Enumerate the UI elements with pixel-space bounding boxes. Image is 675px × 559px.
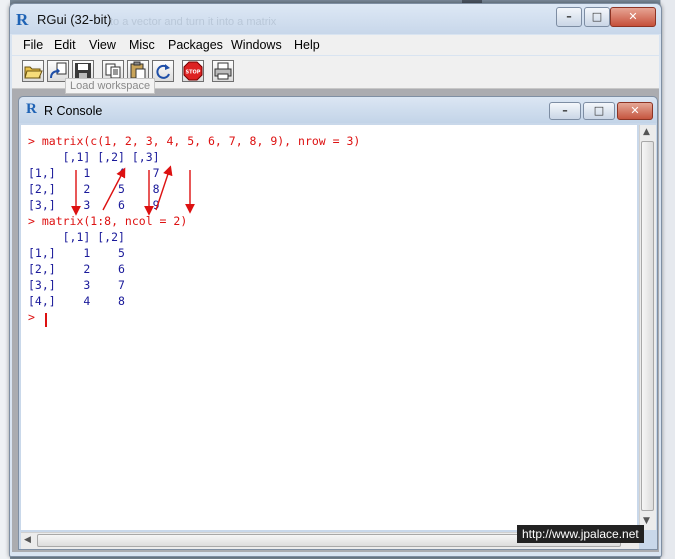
console-line: [,1] [,2] [,3]: [28, 150, 160, 164]
desktop-right-edge: [660, 0, 675, 559]
console-line: [1,] 1 4 7: [28, 166, 160, 180]
r-console-window: R R Console – □ ✕ > matrix(c(1, 2, 3, 4,…: [18, 96, 658, 550]
close-button[interactable]: ✕: [610, 7, 656, 27]
scroll-left-icon[interactable]: ◀: [24, 535, 31, 545]
menu-packages[interactable]: Packages: [168, 38, 223, 52]
maximize-button[interactable]: □: [584, 7, 610, 27]
console-line: [,1] [,2]: [28, 230, 125, 244]
menu-file[interactable]: File: [23, 38, 43, 52]
open-script-button[interactable]: [22, 60, 44, 82]
console-line: [3,] 3 6 9: [28, 198, 160, 212]
print-icon: [214, 62, 232, 80]
tooltip: Load workspace: [65, 78, 156, 94]
console-line: [2,] 2 6: [28, 262, 125, 276]
window-title: RGui (32-bit): [37, 12, 112, 27]
vertical-scrollbar[interactable]: ▲ ▼: [639, 125, 656, 530]
menu-view[interactable]: View: [89, 38, 116, 52]
console-line: > matrix(c(1, 2, 3, 4, 5, 6, 7, 8, 9), n…: [28, 134, 361, 148]
menu-help[interactable]: Help: [294, 38, 320, 52]
console-titlebar[interactable]: R R Console – □ ✕: [19, 97, 657, 123]
print-button[interactable]: [212, 60, 234, 82]
watermark: http://www.jpalace.net: [517, 525, 644, 543]
console-close-button[interactable]: ✕: [617, 102, 653, 120]
refresh-icon: [156, 64, 170, 79]
minimize-button[interactable]: –: [556, 7, 582, 27]
open-script-icon: [24, 66, 43, 79]
console-prompt: >: [28, 310, 42, 324]
console-line: > matrix(1:8, ncol = 2): [28, 214, 188, 228]
console-maximize-button[interactable]: □: [583, 102, 615, 120]
vertical-scroll-thumb[interactable]: [641, 141, 654, 511]
stop-button[interactable]: STOP: [182, 60, 204, 82]
console-minimize-button[interactable]: –: [549, 102, 581, 120]
console-title: R Console: [44, 104, 103, 118]
console-line: [1,] 1 5: [28, 246, 125, 260]
text-cursor: [45, 313, 47, 327]
console-line: [4,] 4 8: [28, 294, 125, 308]
console-line: [2,] 2 5 8: [28, 182, 160, 196]
stop-icon: STOP: [183, 61, 203, 81]
scroll-up-icon[interactable]: ▲: [643, 127, 650, 137]
menu-misc[interactable]: Misc: [129, 38, 155, 52]
menu-bar: File Edit View Misc Packages Windows Hel…: [12, 35, 659, 55]
stop-label: STOP: [186, 70, 201, 76]
r-logo-icon: R: [16, 10, 29, 29]
refresh-button[interactable]: [152, 60, 174, 82]
menu-windows[interactable]: Windows: [231, 38, 282, 52]
ghost-title-text: to a vector and turn it into a matrix: [110, 16, 277, 28]
scroll-down-icon[interactable]: ▼: [643, 516, 650, 526]
console-line: [3,] 3 7: [28, 278, 125, 292]
menu-edit[interactable]: Edit: [54, 38, 76, 52]
console-text-area[interactable]: > matrix(c(1, 2, 3, 4, 5, 6, 7, 8, 9), n…: [21, 125, 637, 530]
r-console-logo-icon: R: [26, 101, 37, 117]
rgui-titlebar[interactable]: R RGui (32-bit) to a vector and turn it …: [10, 4, 661, 34]
